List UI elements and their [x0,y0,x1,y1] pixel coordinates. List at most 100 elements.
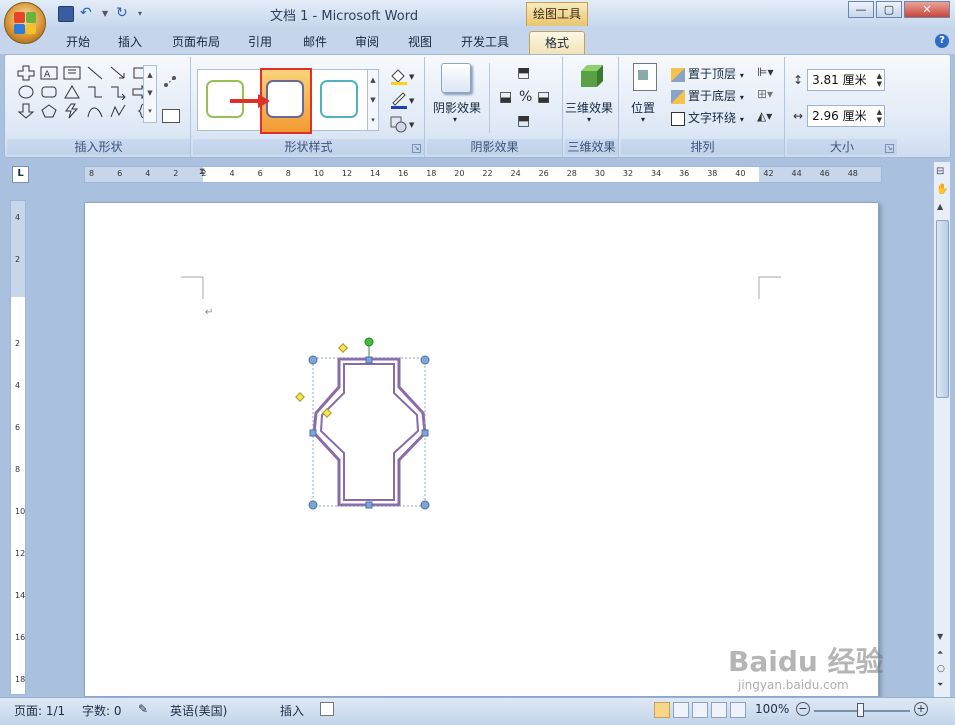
position-dropdown-icon[interactable]: ▾ [641,115,645,124]
indent-marker-icon[interactable]: ⧗ [199,167,208,182]
print-layout-icon[interactable] [654,702,670,718]
tab-format[interactable]: 格式 [529,31,585,54]
browse-object-icon[interactable]: ○ [937,664,945,674]
height-input[interactable]: 3.81 厘米 ▲ ▼ [807,69,886,91]
resize-handle-right[interactable] [421,429,429,437]
full-screen-reading-icon[interactable] [673,702,689,718]
horizontal-ruler[interactable]: 8 6 4 2 2 4 6 8 10 12 14 16 18 20 22 24 26 28 30 32 34 36 38 40… [84,166,882,183]
next-page-icon[interactable]: ⏷ [937,680,943,690]
rounded-rect-icon[interactable] [40,84,58,100]
dropdown-icon[interactable]: ▼ [102,6,110,22]
bring-to-front-button[interactable]: 置于顶层 ▾ [671,65,744,82]
tab-review[interactable]: 审阅 [349,31,385,54]
size-launcher[interactable]: ↘ [885,144,894,153]
zoom-in-icon[interactable]: + [914,702,928,716]
down-arrow-icon[interactable] [17,103,35,119]
adjust-handle-left[interactable] [295,392,305,402]
style-swatch-teal[interactable] [320,80,358,118]
zoom-level[interactable]: 100% [755,702,789,716]
shape-fill-icon[interactable]: ▼ [389,67,417,85]
tab-view[interactable]: 视图 [402,31,438,54]
resize-handle-bottom[interactable] [365,501,373,509]
oval-icon[interactable] [17,84,35,100]
tab-references[interactable]: 引用 [242,31,278,54]
tab-home[interactable]: 开始 [60,31,96,54]
nudge-left-icon[interactable]: ⬓ [499,89,512,105]
insert-mode[interactable]: 插入 [280,702,304,719]
textbox-icon[interactable]: A [40,65,58,81]
ruler-tab-selector[interactable]: L [12,166,29,183]
office-button[interactable] [4,2,46,44]
minimize-button[interactable]: — [848,1,874,18]
triangle-icon[interactable] [63,84,81,100]
resize-handle-left[interactable] [309,429,317,437]
resize-handle-bottom-left[interactable] [308,500,318,510]
zoom-out-icon[interactable]: − [796,702,810,716]
page-count[interactable]: 页面: 1/1 [14,702,65,719]
customize-qat-icon[interactable]: ▾ [138,6,148,22]
align-icon[interactable]: ⊫▾ [757,65,773,79]
vertical-ruler[interactable]: 4 2 2 4 6 8 10 12 14 16 18 [10,200,26,695]
close-button[interactable]: ✕ [904,1,950,18]
maximize-button[interactable]: ▢ [876,1,902,18]
shadow-effects-icon[interactable] [441,63,471,93]
pan-hand-icon[interactable]: ✋ [936,184,948,195]
edit-shape-icon[interactable] [162,73,182,91]
outline-icon[interactable] [711,702,727,718]
freeform-icon[interactable] [109,103,127,119]
curve-icon[interactable] [86,103,104,119]
height-spinner-icon[interactable]: ▲ ▼ [877,72,882,88]
vertical-textbox-icon[interactable] [63,65,81,81]
proofing-icon[interactable]: ✎ [138,702,148,716]
resize-handle-top[interactable] [365,356,373,364]
resize-handle-bottom-right[interactable] [420,500,430,510]
cross-shape-icon[interactable] [17,65,35,81]
tab-insert[interactable]: 插入 [112,31,148,54]
ruler-toggle-icon[interactable]: ⊟ [936,166,944,177]
nudge-up-icon[interactable]: ⬒ [517,65,530,81]
shape-styles-launcher[interactable]: ↘ [412,144,421,153]
prev-page-icon[interactable]: ⏶ [937,648,943,658]
save-icon[interactable] [58,6,74,22]
tab-mailings[interactable]: 邮件 [297,31,333,54]
rotate-icon[interactable]: ◭▾ [757,109,772,123]
width-spinner-icon[interactable]: ▲ ▼ [877,108,882,124]
tab-developer[interactable]: 开发工具 [455,31,515,54]
cross-shape[interactable] [312,357,427,507]
3d-dropdown-icon[interactable]: ▾ [587,115,591,124]
vertical-scrollbar[interactable]: ⊟ ✋ ▲ ▼ ⏶ ○ ⏷ [933,162,950,697]
pentagon-icon[interactable] [40,103,58,119]
width-input[interactable]: 2.96 厘米 ▲ ▼ [807,105,886,127]
macro-record-icon[interactable] [320,702,334,716]
language[interactable]: 英语(美国) [170,702,227,719]
document-page[interactable]: ↵ [84,202,879,697]
redo-icon[interactable]: ↻ [116,6,132,22]
style-swatch-purple[interactable] [266,80,304,118]
3d-effects-button[interactable]: 三维效果 [565,99,613,116]
position-button[interactable]: 位置 [631,99,655,116]
arrow-line-icon[interactable] [109,65,127,81]
tab-page-layout[interactable]: 页面布局 [166,31,226,54]
styles-gallery-scroll[interactable]: ▲ ▼ ▾ [367,69,379,131]
undo-icon[interactable]: ↶ [80,6,96,22]
nudge-right-icon[interactable]: ⬓ [537,89,550,105]
3d-effects-icon[interactable] [577,63,605,91]
help-icon[interactable]: ? [935,34,949,48]
word-count[interactable]: 字数: 0 [82,702,122,719]
draw-textbox-icon[interactable] [162,109,180,123]
text-wrap-button[interactable]: 文字环绕 ▾ [671,109,744,126]
adjust-handle-top[interactable] [338,343,348,353]
scroll-thumb[interactable] [936,220,949,398]
scroll-down-icon[interactable]: ▼ [937,632,943,641]
shadow-dropdown-icon[interactable]: ▾ [453,115,457,124]
shapes-gallery[interactable]: A [17,65,152,119]
line-icon[interactable] [86,65,104,81]
resize-handle-top-right[interactable] [420,355,430,365]
resize-handle-top-left[interactable] [308,355,318,365]
nudge-down-icon[interactable]: ⬒ [517,113,530,129]
shapes-scroll[interactable]: ▲ ▼ ▾ [143,65,157,123]
elbow-arrow-icon[interactable] [109,84,127,101]
position-icon[interactable] [633,63,657,91]
group-objects-icon[interactable]: ⊞▾ [757,87,773,101]
elbow-connector-icon[interactable] [86,84,104,100]
